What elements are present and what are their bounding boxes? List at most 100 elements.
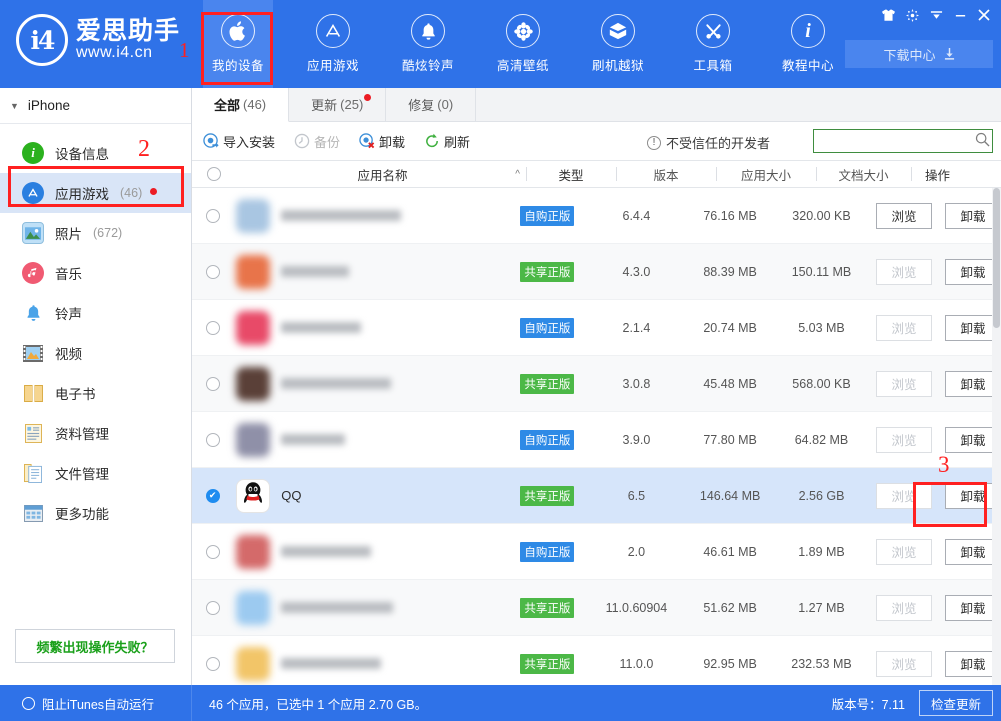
download-center-button[interactable]: 下载中心 (845, 40, 993, 68)
app-size-cell: 146.64 MB (683, 489, 777, 503)
device-header[interactable]: ▼ iPhone (0, 88, 191, 124)
column-label: 应用名称 (357, 165, 407, 184)
radio-icon[interactable]: ✔ (206, 489, 220, 503)
openbox-icon (601, 14, 635, 48)
radio-icon[interactable] (206, 377, 220, 391)
block-itunes-autorun-toggle[interactable]: 阻止iTunes自动运行 (0, 685, 192, 721)
app-version-cell: 11.0.60904 (590, 601, 684, 615)
skin-icon[interactable] (876, 4, 900, 26)
sidebar-item-apps-games[interactable]: 应用游戏 (46) (0, 173, 191, 213)
table-row[interactable]: 自购正版6.4.476.16 MB320.00 KB浏览卸载 (192, 188, 1001, 244)
column-label: 操作 (925, 165, 950, 184)
row-select-checkbox[interactable] (192, 601, 233, 615)
row-select-checkbox[interactable] (192, 657, 233, 671)
sidebar-item-photos[interactable]: 照片 (672) (0, 213, 191, 253)
settings-gear-icon[interactable] (900, 4, 924, 26)
table-row[interactable]: ✔QQ共享正版6.5146.64 MB2.56 GB浏览卸载 (192, 468, 1001, 524)
table-row[interactable]: 自购正版2.046.61 MB1.89 MB浏览卸载 (192, 524, 1001, 580)
table-row[interactable]: 自购正版2.1.420.74 MB5.03 MB浏览卸载 (192, 300, 1001, 356)
nav-item-tutorial-center[interactable]: i 教程中心 (773, 0, 843, 88)
row-select-checkbox[interactable] (192, 545, 233, 559)
nav-item-wallpapers[interactable]: 高清壁纸 (488, 0, 558, 88)
app-type-cell: 自购正版 (505, 318, 589, 338)
tab-all[interactable]: 全部 (46) (192, 88, 289, 122)
radio-icon[interactable] (206, 433, 220, 447)
sidebar-item-data-manage[interactable]: 资料管理 (0, 413, 191, 453)
sidebar-item-more-features[interactable]: 更多功能 (0, 493, 191, 533)
backup-button[interactable]: 备份 (293, 132, 340, 151)
app-type-cell: 共享正版 (505, 654, 589, 674)
action-label: 导入安装 (223, 132, 275, 151)
radio-icon (22, 697, 35, 710)
scrollbar-thumb[interactable] (993, 188, 1000, 328)
tab-count: (25) (340, 97, 363, 112)
sidebar-item-file-manage[interactable]: 文件管理 (0, 453, 191, 493)
sidebar-item-ringtone[interactable]: 铃声 (0, 293, 191, 333)
column-header-doc-size[interactable]: 文档大小 (816, 161, 911, 187)
row-select-checkbox[interactable]: ✔ (192, 489, 233, 503)
backup-icon (293, 133, 310, 150)
app-name-cell: QQ (233, 479, 505, 513)
nav-item-flash-jailbreak[interactable]: 刷机越狱 (583, 0, 653, 88)
search-input[interactable] (820, 134, 975, 148)
uninstall-button[interactable]: 卸载 (358, 132, 405, 151)
radio-icon[interactable] (206, 545, 220, 559)
row-select-checkbox[interactable] (192, 265, 233, 279)
device-name: iPhone (28, 98, 70, 113)
menu-dropdown-icon[interactable] (924, 4, 948, 26)
operation-cell: 浏览卸载 (866, 203, 1001, 229)
row-select-checkbox[interactable] (192, 321, 233, 335)
radio-icon[interactable] (206, 657, 220, 671)
row-select-checkbox[interactable] (192, 209, 233, 223)
radio-icon[interactable] (206, 321, 220, 335)
action-label: 卸载 (379, 132, 405, 151)
untrusted-developer-button[interactable]: ! 不受信任的开发者 (647, 133, 770, 152)
row-select-checkbox[interactable] (192, 377, 233, 391)
nav-item-ringtones[interactable]: 酷炫铃声 (393, 0, 463, 88)
browse-button[interactable]: 浏览 (876, 203, 932, 229)
tab-count: (46) (243, 97, 266, 112)
refresh-button[interactable]: 刷新 (423, 132, 470, 151)
select-all-checkbox[interactable] (192, 161, 236, 187)
app-icon (236, 367, 270, 401)
table-row[interactable]: 共享正版11.0.092.95 MB232.53 MB浏览卸载 (192, 636, 1001, 685)
app-version-cell: 3.9.0 (590, 433, 684, 447)
table-row[interactable]: 共享正版4.3.088.39 MB150.11 MB浏览卸载 (192, 244, 1001, 300)
search-icon[interactable] (975, 132, 990, 150)
type-badge: 自购正版 (520, 318, 574, 338)
sidebar-item-device-info[interactable]: i 设备信息 (0, 133, 191, 173)
radio-icon[interactable] (206, 209, 220, 223)
table-row[interactable]: 自购正版3.9.077.80 MB64.82 MB浏览卸载 (192, 412, 1001, 468)
column-header-operation[interactable]: 操作 (911, 161, 1001, 187)
radio-icon[interactable] (206, 601, 220, 615)
nav-item-my-device[interactable]: 我的设备 (203, 0, 273, 88)
check-update-button[interactable]: 检查更新 (919, 690, 993, 716)
tab-repair[interactable]: 修复 (0) (386, 88, 476, 121)
table-row[interactable]: 共享正版11.0.6090451.62 MB1.27 MB浏览卸载 (192, 580, 1001, 636)
column-header-type[interactable]: 类型 (526, 161, 616, 187)
column-header-name[interactable]: 应用名称 ^ (236, 161, 526, 187)
nav-item-apps-games[interactable]: 应用游戏 (298, 0, 368, 88)
search-box[interactable] (813, 129, 993, 153)
help-operation-failed-button[interactable]: 频繁出现操作失败？ (15, 629, 175, 663)
browse-button: 浏览 (876, 371, 932, 397)
nav-item-toolbox[interactable]: 工具箱 (678, 0, 748, 88)
column-header-app-size[interactable]: 应用大小 (716, 161, 816, 187)
row-select-checkbox[interactable] (192, 433, 233, 447)
app-size-cell: 76.16 MB (683, 209, 777, 223)
sidebar-item-music[interactable]: 音乐 (0, 253, 191, 293)
table-row[interactable]: 共享正版3.0.845.48 MB568.00 KB浏览卸载 (192, 356, 1001, 412)
operation-cell: 浏览卸载 (866, 651, 1001, 677)
close-icon[interactable] (972, 4, 996, 26)
minimize-icon[interactable] (948, 4, 972, 26)
sort-asc-icon: ^ (515, 169, 520, 180)
radio-icon[interactable] (207, 167, 221, 181)
tab-updates[interactable]: 更新 (25) (289, 88, 386, 121)
import-install-button[interactable]: 导入安装 (202, 132, 275, 151)
radio-icon[interactable] (206, 265, 220, 279)
column-header-version[interactable]: 版本 (616, 161, 716, 187)
sidebar-item-ebook[interactable]: 电子书 (0, 373, 191, 413)
sidebar-item-video[interactable]: 视频 (0, 333, 191, 373)
browse-button: 浏览 (876, 651, 932, 677)
vertical-scrollbar[interactable] (992, 188, 1001, 685)
